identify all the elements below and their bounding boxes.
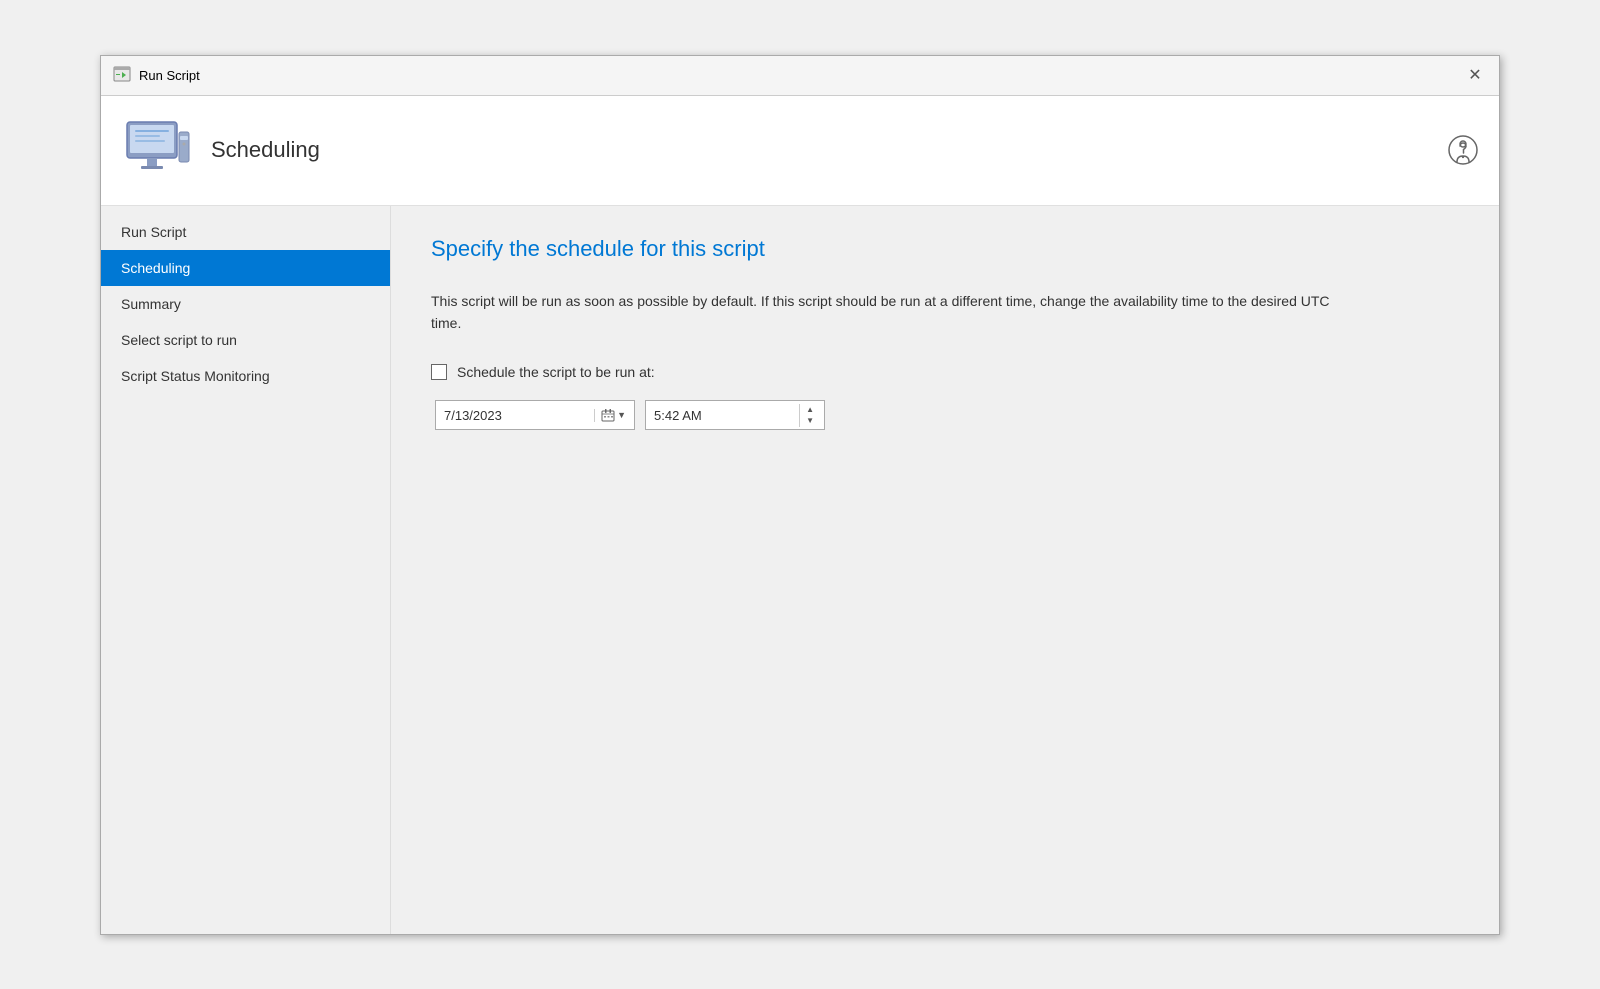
computer-icon [121,114,193,186]
date-value: 7/13/2023 [444,408,594,423]
sidebar-item-summary[interactable]: Summary [101,286,390,322]
content-area: Specify the schedule for this script Thi… [391,206,1499,934]
dialog-body: Run Script Scheduling Summary Select scr… [101,206,1499,934]
dialog-header: Scheduling [101,96,1499,206]
dialog-header-left: Scheduling [121,114,320,186]
time-spinner[interactable]: ▲ ▼ [799,404,816,427]
sidebar-item-run-script[interactable]: Run Script [101,214,390,250]
run-script-icon [113,66,131,84]
calendar-button[interactable]: ▼ [594,409,626,422]
time-value: 5:42 AM [654,408,799,423]
title-bar-left: Run Script [113,66,200,84]
schedule-label: Schedule the script to be run at: [457,364,655,380]
calendar-icon [601,409,615,422]
sidebar: Run Script Scheduling Summary Select scr… [101,206,391,934]
schedule-checkbox[interactable] [431,364,447,380]
sidebar-item-select-script[interactable]: Select script to run [101,322,390,358]
time-input[interactable]: 5:42 AM ▲ ▼ [645,400,825,430]
spinner-down-button[interactable]: ▼ [804,415,816,427]
sidebar-item-scheduling[interactable]: Scheduling [101,250,390,286]
title-bar: Run Script ✕ [101,56,1499,96]
header-title: Scheduling [211,137,320,163]
date-input[interactable]: 7/13/2023 ▼ [435,400,635,430]
content-heading: Specify the schedule for this script [431,236,1459,262]
dialog-title: Run Script [139,68,200,83]
datetime-row: 7/13/2023 ▼ [435,400,1459,430]
help-icon[interactable] [1447,134,1479,166]
spinner-up-button[interactable]: ▲ [804,404,816,416]
description-text: This script will be run as soon as possi… [431,290,1331,335]
dialog-window: Run Script ✕ Scheduling [100,55,1500,935]
schedule-option: Schedule the script to be run at: [431,364,1459,380]
sidebar-item-script-status[interactable]: Script Status Monitoring [101,358,390,394]
dropdown-arrow: ▼ [617,410,626,420]
close-button[interactable]: ✕ [1463,63,1487,87]
